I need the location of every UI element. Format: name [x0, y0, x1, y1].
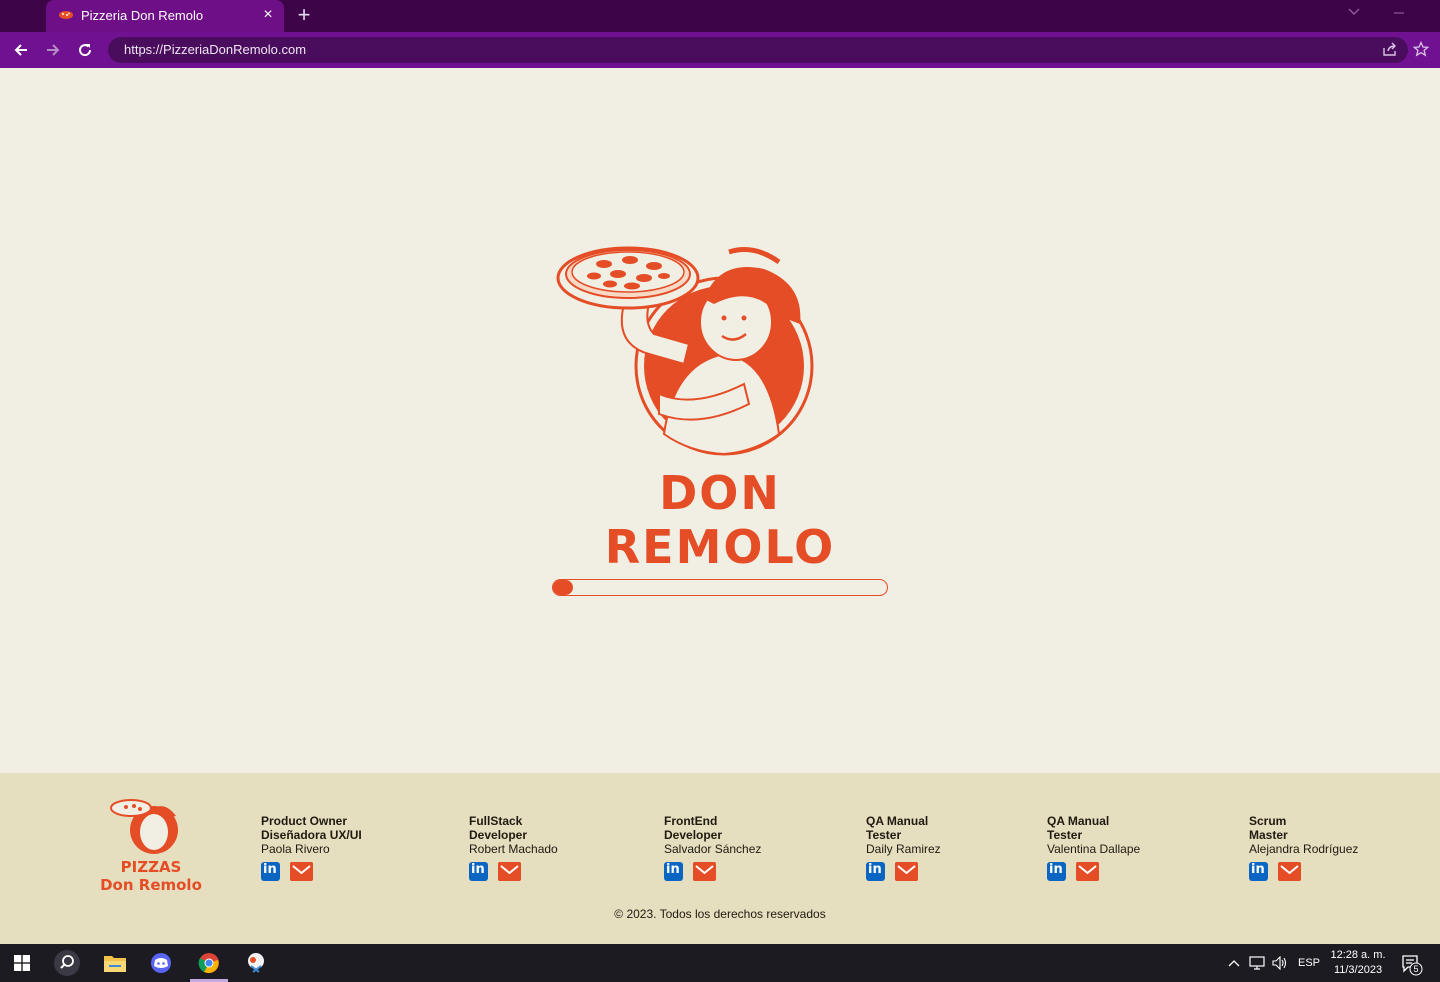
- member-name: Valentina Dallape: [1047, 842, 1141, 856]
- team-member-card: Product Owner Diseñadora UX/UI Paola Riv…: [261, 814, 362, 882]
- email-icon[interactable]: [1076, 862, 1099, 881]
- member-role: Developer: [664, 828, 723, 842]
- team-member-card: Scrum Master Alejandra Rodríguez in: [1249, 814, 1358, 882]
- member-role: Developer: [469, 828, 528, 842]
- member-role: Diseñadora UX/UI: [261, 828, 362, 842]
- chrome-icon[interactable]: [198, 952, 220, 974]
- copyright-text: © 2023. Todos los derechos reservados: [614, 907, 826, 921]
- member-name: Daily Ramirez: [866, 842, 941, 856]
- member-name: Salvador Sánchez: [664, 842, 762, 856]
- system-clock[interactable]: 12:28 a. m. 11/3/2023: [1320, 948, 1396, 978]
- site-footer: PIZZAS Don Remolo Product Owner Diseñado…: [0, 773, 1440, 944]
- browser-tab-strip: Pizzeria Don Remolo × +: [0, 0, 1440, 32]
- member-name: Alejandra Rodríguez: [1249, 842, 1359, 856]
- tab-close-icon[interactable]: ×: [260, 6, 276, 24]
- browser-tab[interactable]: Pizzeria Don Remolo ×: [46, 0, 284, 32]
- email-icon[interactable]: [693, 862, 716, 881]
- browser-toolbar: https://PizzeriaDonRemolo.com: [0, 32, 1440, 68]
- back-arrow-icon[interactable]: [12, 41, 30, 59]
- pizza-favicon-icon: [59, 11, 73, 19]
- loading-screen: DON REMOLO: [0, 68, 1440, 773]
- pizza-chef-mascot-logo: [556, 246, 814, 456]
- member-role: Master: [1249, 828, 1288, 842]
- network-icon[interactable]: [1249, 956, 1265, 970]
- reload-icon[interactable]: [76, 41, 94, 59]
- member-role: Tester: [1047, 828, 1083, 842]
- linkedin-icon[interactable]: in: [1047, 862, 1066, 881]
- clock-time: 12:28 a. m.: [1330, 949, 1386, 961]
- search-icon[interactable]: [53, 949, 81, 977]
- discord-icon[interactable]: [150, 953, 172, 973]
- input-language-indicator[interactable]: ESP: [1298, 957, 1320, 969]
- loading-progress-fill: [553, 580, 574, 595]
- email-icon[interactable]: [1278, 862, 1301, 881]
- linkedin-icon[interactable]: in: [664, 862, 683, 881]
- address-bar[interactable]: https://PizzeriaDonRemolo.com: [108, 37, 1408, 63]
- volume-icon[interactable]: [1272, 956, 1288, 970]
- loading-progress-bar: [552, 579, 888, 596]
- pizza-chef-small-logo-icon: [110, 799, 178, 854]
- bookmark-star-icon[interactable]: [1413, 41, 1429, 57]
- member-role: FrontEnd: [664, 814, 718, 828]
- member-name: Paola Rivero: [261, 842, 330, 856]
- email-icon[interactable]: [895, 862, 918, 881]
- team-member-card: FrontEnd Developer Salvador Sánchez in: [664, 814, 761, 882]
- new-tab-button[interactable]: +: [294, 3, 314, 27]
- notification-count-badge: 5: [1413, 964, 1419, 974]
- forward-arrow-icon[interactable]: [44, 41, 62, 59]
- member-role: Tester: [866, 828, 902, 842]
- file-explorer-icon[interactable]: [104, 954, 126, 972]
- windows-start-icon[interactable]: [14, 955, 30, 971]
- team-member-card: FullStack Developer Robert Machado in: [469, 814, 558, 882]
- tab-title: Pizzeria Don Remolo: [81, 8, 204, 23]
- email-icon[interactable]: [498, 862, 521, 881]
- member-role: FullStack: [469, 814, 523, 828]
- url-text: https://PizzeriaDonRemolo.com: [124, 42, 307, 57]
- windows-taskbar: ESP 12:28 a. m. 11/3/2023 5: [0, 944, 1440, 982]
- share-icon[interactable]: [1382, 41, 1398, 57]
- email-icon[interactable]: [290, 862, 313, 881]
- clock-date: 11/3/2023: [1333, 964, 1383, 976]
- member-role: QA Manual: [1047, 814, 1110, 828]
- linkedin-icon[interactable]: in: [866, 862, 885, 881]
- linkedin-icon[interactable]: in: [261, 862, 280, 881]
- footer-logo-line1: PIZZAS: [120, 858, 182, 876]
- show-hidden-icons-chevron-icon[interactable]: [1228, 958, 1240, 968]
- tab-search-chevron-icon[interactable]: [1347, 4, 1361, 18]
- minimize-icon[interactable]: [1392, 4, 1406, 18]
- brand-wordmark: DON REMOLO: [604, 466, 836, 574]
- linkedin-icon[interactable]: in: [1249, 862, 1268, 881]
- member-role: Scrum: [1249, 814, 1287, 828]
- footer-logo-line2: Don Remolo: [100, 876, 202, 894]
- member-role: QA Manual: [866, 814, 929, 828]
- team-member-card: QA Manual Tester Valentina Dallape in: [1047, 814, 1140, 882]
- team-member-card: QA Manual Tester Daily Ramirez in: [866, 814, 941, 882]
- linkedin-icon[interactable]: in: [469, 862, 488, 881]
- member-role: Product Owner: [261, 814, 348, 828]
- member-name: Robert Machado: [469, 842, 558, 856]
- snipping-tool-icon[interactable]: [245, 952, 267, 974]
